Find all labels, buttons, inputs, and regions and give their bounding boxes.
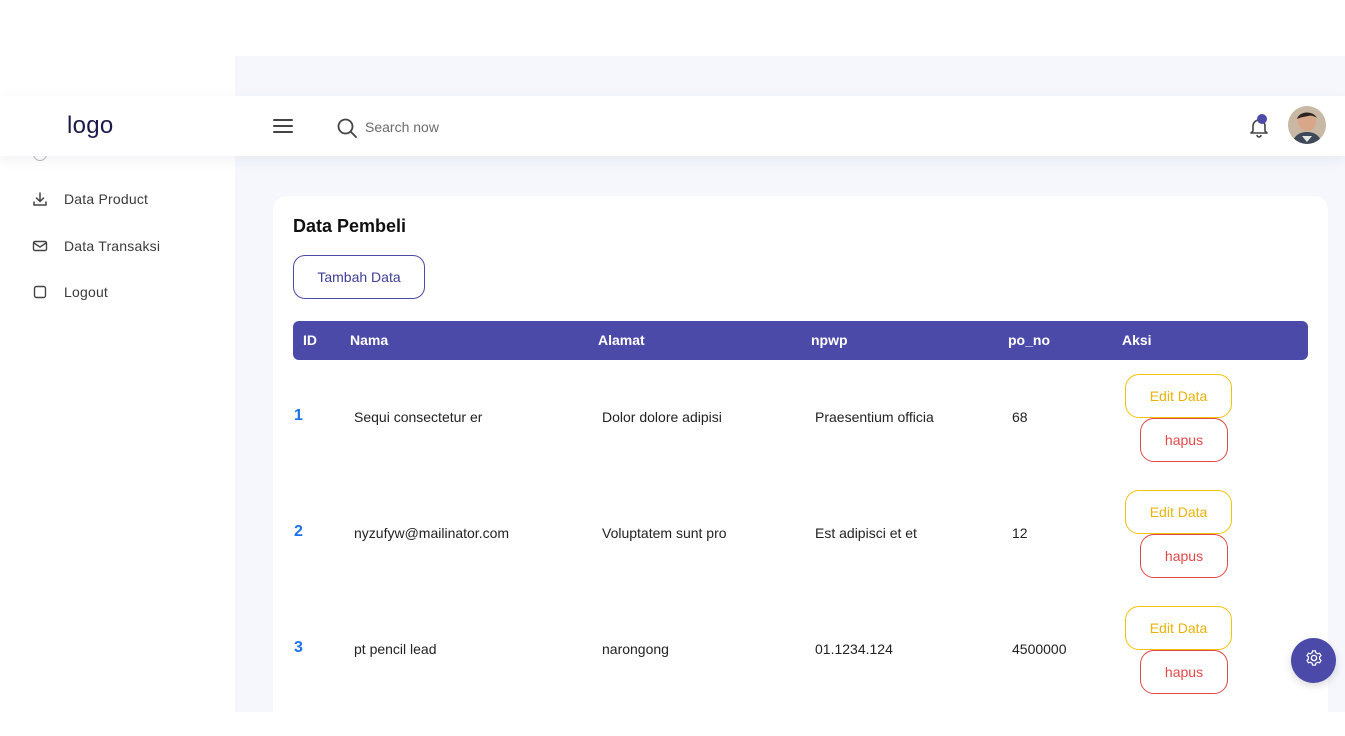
avatar[interactable] [1288,106,1326,144]
row-id-link[interactable]: 1 [294,407,303,425]
edit-data-button[interactable]: Edit Data [1125,490,1232,534]
search-icon[interactable] [336,117,358,144]
cell-nama: nyzufyw@mailinator.com [354,525,510,541]
cell-alamat: narongong [602,641,669,657]
row-id-link[interactable]: 3 [294,639,303,657]
gear-icon [1305,649,1323,672]
download-icon [32,191,48,207]
sidebar-item-data-product[interactable]: Data Product [32,191,148,207]
cell-nama: Sequi consectetur er [354,409,483,425]
column-header-aksi: Aksi [1122,332,1152,348]
settings-fab-button[interactable] [1291,638,1336,683]
delete-button[interactable]: hapus [1140,534,1228,578]
search-input[interactable] [365,114,665,140]
table-row: 2 nyzufyw@mailinator.com Voluptatem sunt… [293,476,1308,592]
cell-npwp: Praesentium officia [815,409,934,425]
column-header-id: ID [303,332,317,348]
column-header-npwp: npwp [811,332,848,348]
row-id-link[interactable]: 2 [294,523,303,541]
cell-po-no: 12 [1012,525,1028,541]
square-icon [32,284,48,300]
cell-npwp: 01.1234.124 [815,641,893,657]
delete-button[interactable]: hapus [1140,650,1228,694]
cell-alamat: Dolor dolore adipisi [602,409,722,425]
cell-alamat: Voluptatem sunt pro [602,525,727,541]
table-row: 1 Sequi consectetur er Dolor dolore adip… [293,360,1308,476]
sidebar-item-logout[interactable]: Logout [32,284,108,300]
cell-nama: pt pencil lead [354,641,437,657]
sidebar-item-label: Data Transaksi [64,238,161,254]
add-data-button[interactable]: Tambah Data [293,255,425,299]
logo[interactable]: logo [67,112,114,140]
mail-icon [32,238,48,254]
data-pembeli-card: Data Pembeli Tambah Data ID Nama Alamat … [273,196,1328,736]
sidebar-item-label: Logout [64,284,109,300]
column-header-alamat: Alamat [598,332,645,348]
cell-po-no: 68 [1012,409,1028,425]
table-row: 3 pt pencil lead narongong 01.1234.124 4… [293,592,1308,708]
table-header: ID Nama Alamat npwp po_no Aksi [293,321,1308,360]
sidebar-item-label: Data Product [64,191,149,207]
column-header-po-no: po_no [1008,332,1050,348]
top-navbar: logo [0,96,1345,156]
edit-data-button[interactable]: Edit Data [1125,374,1232,418]
page-title: Data Pembeli [293,216,407,236]
menu-toggle-icon[interactable] [273,119,293,135]
cell-npwp: Est adipisci et et [815,525,917,541]
notification-badge [1257,114,1267,124]
delete-button[interactable]: hapus [1140,418,1228,462]
edit-data-button[interactable]: Edit Data [1125,606,1232,650]
column-header-nama: Nama [350,332,389,348]
sidebar-item-data-transaksi[interactable]: Data Transaksi [32,238,160,254]
cell-po-no: 4500000 [1012,641,1067,657]
